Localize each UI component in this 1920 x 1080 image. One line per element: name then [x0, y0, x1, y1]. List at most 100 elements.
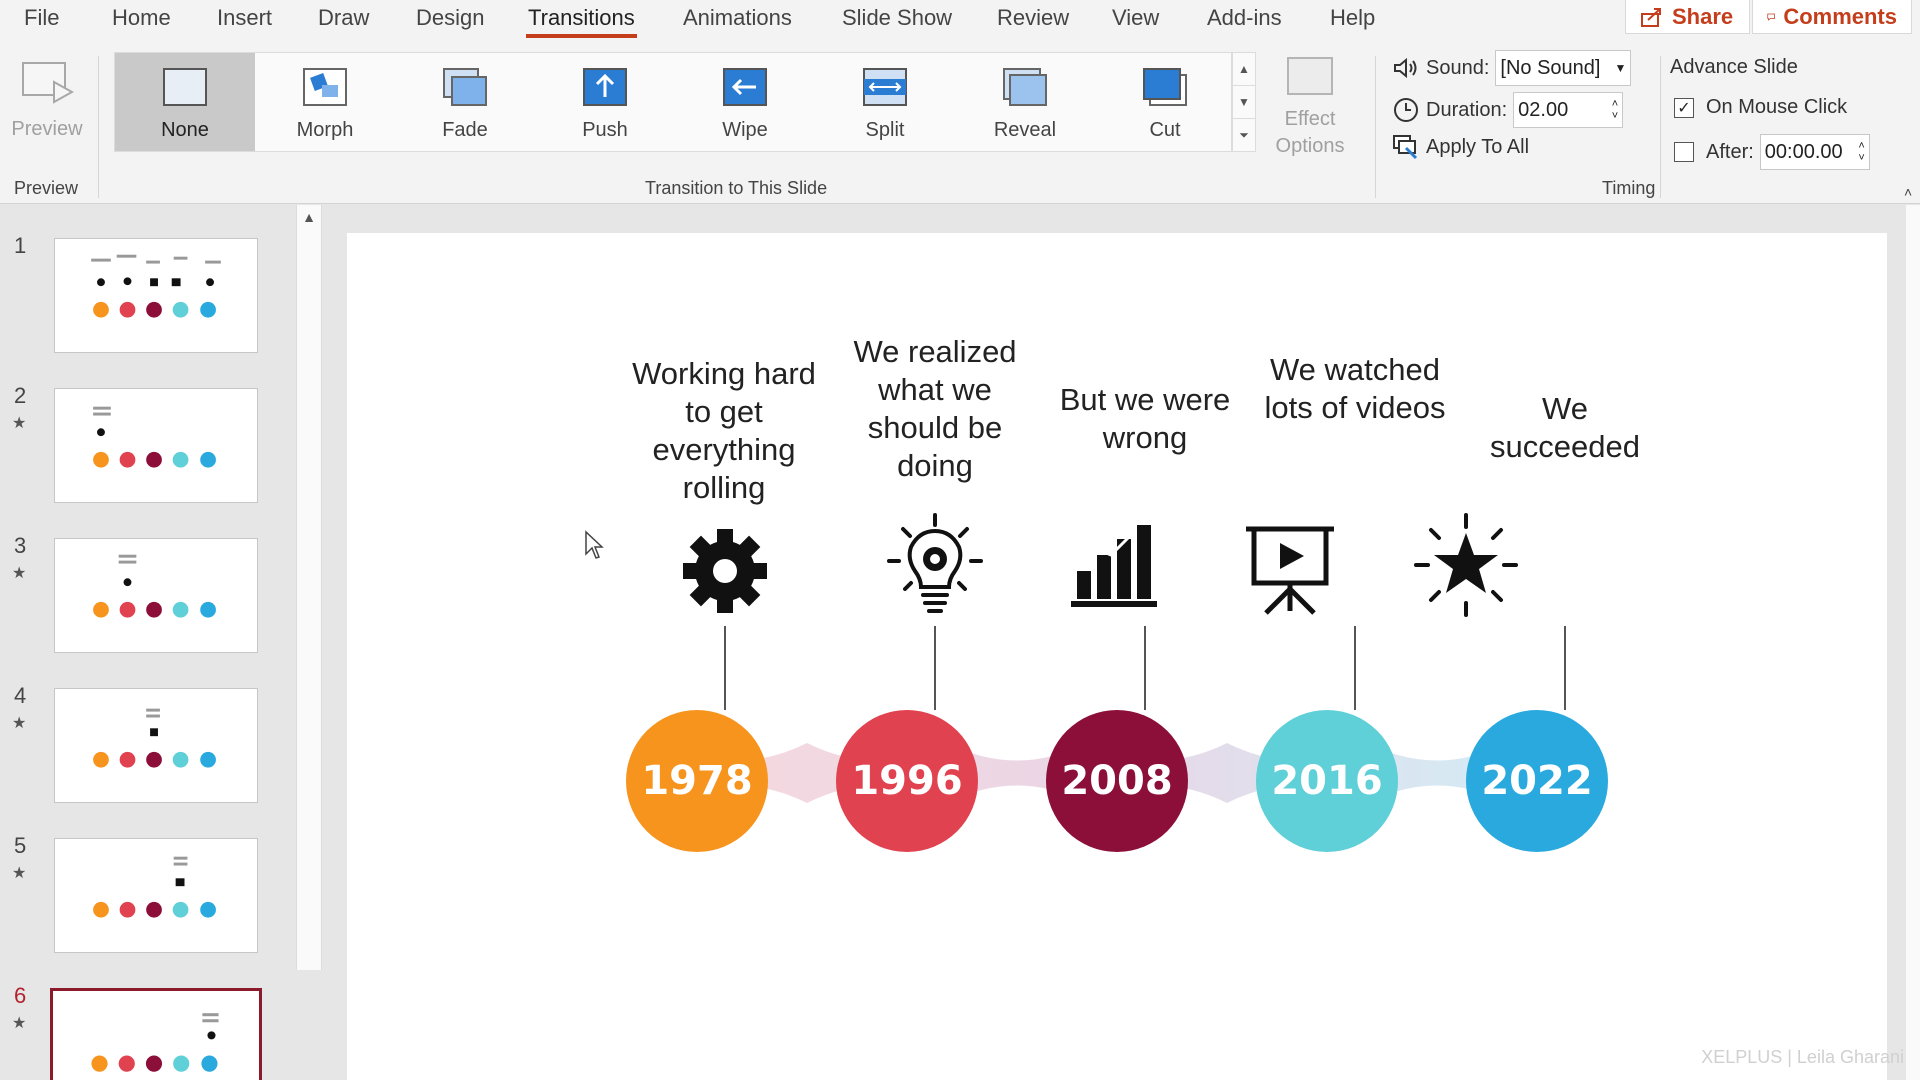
tab-slide-show[interactable]: Slide Show [840, 4, 954, 36]
transition-reveal[interactable]: Reveal [955, 53, 1095, 151]
sound-label: Sound: [1426, 56, 1490, 79]
transition-label: Push [582, 119, 628, 141]
tab-transitions[interactable]: Transitions [526, 4, 637, 38]
after-checkbox[interactable] [1674, 142, 1694, 162]
transition-morph[interactable]: Morph [255, 53, 395, 151]
lightbulb-icon [887, 513, 983, 613]
thumbnail-preview [93, 554, 216, 618]
transition-morph-icon [303, 68, 347, 106]
transitions-ribbon: Preview Preview None Morph Fade Push Wip… [0, 50, 1920, 204]
transition-label: Split [865, 119, 905, 141]
connector-line [1144, 626, 1146, 710]
slide-thumbnail[interactable] [54, 538, 258, 653]
transition-label: Wipe [722, 119, 768, 141]
watermark: XELPLUS | Leila Gharani [1701, 1047, 1904, 1067]
slide-thumbnails-pane: 1 2 ★ 3 ★ 4 ★ 5 ★ 6 ★ [0, 205, 300, 1080]
duration-value: 02.00 [1518, 98, 1569, 121]
video-presentation-icon [1246, 526, 1334, 615]
preview-button[interactable]: Preview [8, 56, 86, 156]
year-circle[interactable]: 1978 [626, 710, 768, 852]
transition-wipe[interactable]: Wipe [675, 53, 815, 151]
gallery-more-button[interactable]: ⏷ [1233, 119, 1255, 152]
on-mouse-click-checkbox[interactable]: ✓ [1674, 97, 1694, 118]
milestone-caption[interactable]: But we were wrong [1045, 381, 1245, 457]
group-separator [98, 56, 99, 198]
animation-star-icon: ★ [12, 865, 27, 882]
thumb-number: 5 [14, 833, 27, 858]
thumb-number: 1 [14, 233, 27, 258]
transition-label: Morph [296, 119, 354, 141]
comments-button[interactable]: Comments [1752, 0, 1912, 34]
milestone-caption[interactable]: We realized what we should be doing [835, 333, 1035, 485]
milestone-caption[interactable]: Working hard to get everything rolling [624, 355, 824, 507]
gallery-scroll: ▲ ▼ ⏷ [1232, 52, 1256, 152]
timing-group-label: Timing [1602, 178, 1656, 198]
year-circle[interactable]: 2016 [1256, 710, 1398, 852]
slide-thumbnail[interactable] [54, 688, 258, 803]
transition-none[interactable]: None [115, 53, 255, 151]
tab-help[interactable]: Help [1328, 4, 1377, 36]
transition-split-icon [863, 68, 907, 106]
year-circle[interactable]: 2022 [1466, 710, 1608, 852]
transition-cut[interactable]: Cut [1095, 53, 1235, 151]
share-button[interactable]: Share [1625, 0, 1750, 34]
share-label: Share [1672, 3, 1734, 29]
scroll-up-icon[interactable]: ▲ [297, 209, 321, 225]
thumbnails-scrollbar[interactable]: ▲ [296, 205, 322, 970]
advance-slide-label: Advance Slide [1670, 56, 1798, 78]
effect-options-button[interactable]: Effect Options [1270, 56, 1350, 166]
spinner-icon[interactable]: ˄ ˅ [1612, 98, 1618, 122]
after-value: 00:00.00 [1764, 140, 1843, 163]
preview-group-label: Preview [14, 178, 79, 198]
animation-star-icon: ★ [12, 1015, 27, 1032]
transition-group-label: Transition to This Slide [645, 178, 828, 198]
after-input[interactable]: 00:00.00 ˄ ˅ [1759, 134, 1870, 170]
connector-line [1354, 626, 1356, 710]
tab-review[interactable]: Review [995, 4, 1071, 36]
gallery-scroll-down-button[interactable]: ▼ [1233, 86, 1255, 119]
tab-add-ins[interactable]: Add-ins [1205, 4, 1284, 36]
tab-file[interactable]: File [22, 4, 61, 36]
slide-canvas[interactable]: Working hard to get everything rolling W… [347, 233, 1887, 1080]
transition-fade[interactable]: Fade [395, 53, 535, 151]
transition-label: Cut [1149, 119, 1181, 141]
tab-design[interactable]: Design [414, 4, 486, 36]
tab-insert[interactable]: Insert [215, 4, 274, 36]
thumb-number: 6 [14, 983, 27, 1008]
apply-to-all-button[interactable]: Apply To All [1392, 134, 1529, 160]
transition-push-icon [583, 68, 627, 106]
transition-label: Reveal [993, 119, 1057, 141]
duration-input[interactable]: 02.00 ˄ ˅ [1513, 92, 1624, 128]
collapse-ribbon-icon[interactable]: ˄ [1904, 184, 1912, 200]
slide-thumbnail[interactable] [54, 838, 258, 953]
animation-star-icon: ★ [12, 415, 27, 432]
slide-thumbnail-selected[interactable] [50, 988, 262, 1080]
gallery-scroll-up-button[interactable]: ▲ [1233, 53, 1255, 86]
tab-view[interactable]: View [1110, 4, 1161, 36]
gear-icon [683, 529, 767, 613]
year-circle[interactable]: 2008 [1046, 710, 1188, 852]
transition-split[interactable]: Split [815, 53, 955, 151]
year-circle[interactable]: 1996 [836, 710, 978, 852]
thumb-number: 2 [14, 383, 27, 408]
thumbnail-preview [91, 1013, 219, 1072]
ribbon-tabs-bar: File Home Insert Draw Design Transitions… [0, 0, 1920, 50]
thumbnail-preview [93, 856, 216, 918]
group-separator [1375, 56, 1376, 198]
apply-to-all-label: Apply To All [1426, 135, 1530, 158]
transition-push[interactable]: Push [535, 53, 675, 151]
tab-home[interactable]: Home [110, 4, 173, 36]
connector-line [934, 626, 936, 710]
duration-row: Duration: 02.00 ˄ ˅ [1392, 92, 1624, 128]
editor-scrollbar[interactable] [1906, 205, 1920, 1080]
spinner-icon[interactable]: ˄ ˅ [1858, 140, 1864, 164]
slide-thumbnail[interactable] [54, 388, 258, 503]
animation-star-icon: ★ [12, 565, 27, 582]
share-icon [1641, 7, 1661, 27]
tab-animations[interactable]: Animations [681, 4, 794, 36]
tab-draw[interactable]: Draw [316, 4, 371, 36]
milestone-caption[interactable]: We succeeded [1465, 390, 1665, 466]
milestone-caption[interactable]: We watched lots of videos [1255, 351, 1455, 427]
slide-thumbnail[interactable] [54, 238, 258, 353]
sound-dropdown[interactable]: [No Sound] ▼ [1495, 50, 1632, 86]
